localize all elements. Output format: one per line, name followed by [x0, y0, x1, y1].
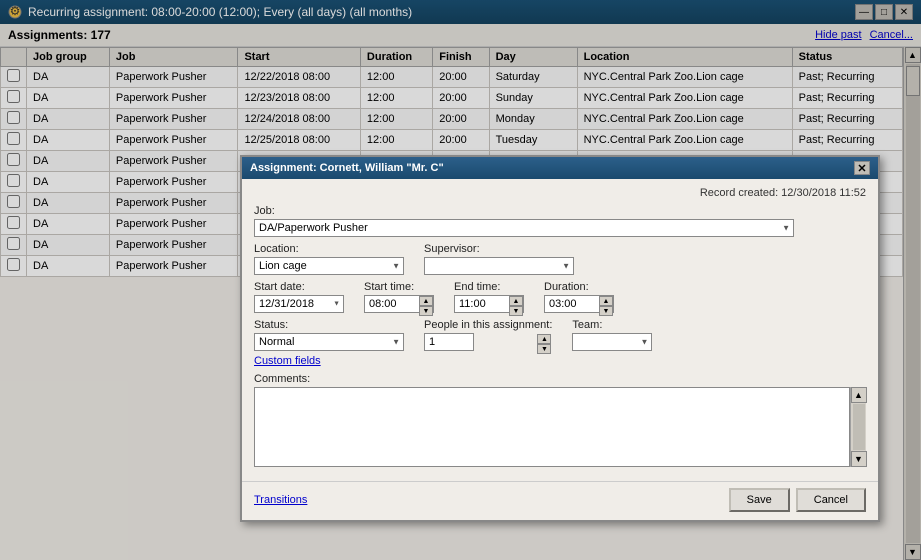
location-select-wrapper: Lion cage: [254, 257, 404, 275]
duration-spinners: ▲ ▼: [599, 296, 613, 316]
start-time-spinners: ▲ ▼: [419, 296, 433, 316]
job-select[interactable]: DA/Paperwork Pusher: [254, 219, 794, 237]
custom-fields-link[interactable]: Custom fields: [254, 355, 866, 367]
supervisor-select-wrapper: [424, 257, 574, 275]
people-spinners: ▲ ▼: [537, 334, 551, 354]
team-select-wrapper: [572, 333, 652, 351]
people-label: People in this assignment:: [424, 319, 552, 331]
team-group: Team:: [572, 319, 652, 351]
duration-down[interactable]: ▼: [599, 306, 613, 316]
save-button[interactable]: Save: [729, 488, 790, 512]
location-label: Location:: [254, 243, 404, 255]
comments-scrollbar[interactable]: ▲ ▼: [850, 387, 866, 467]
people-wrapper: ▲ ▼: [424, 333, 552, 351]
start-time-wrapper: ▲ ▼: [364, 295, 434, 313]
job-row: Job: DA/Paperwork Pusher: [254, 205, 866, 237]
status-row: Status: Normal People in this assignment…: [254, 319, 866, 351]
duration-group: Duration: ▲ ▼: [544, 281, 614, 313]
comments-scroll-up[interactable]: ▲: [851, 387, 867, 403]
people-down[interactable]: ▼: [537, 344, 551, 354]
modal-footer: Transitions Save Cancel: [242, 481, 878, 520]
cancel-button[interactable]: Cancel: [796, 488, 866, 512]
record-created: Record created: 12/30/2018 11:52: [254, 187, 866, 199]
end-time-wrapper: ▲ ▼: [454, 295, 524, 313]
start-time-group: Start time: ▲ ▼: [364, 281, 434, 313]
status-select-wrapper: Normal: [254, 333, 404, 351]
time-row: Start date: Start time: ▲ ▼: [254, 281, 866, 313]
supervisor-group: Supervisor:: [424, 243, 574, 275]
modal-overlay: Assignment: Cornett, William "Mr. C" ✕ R…: [0, 0, 921, 560]
modal-title: Assignment: Cornett, William "Mr. C": [250, 162, 444, 174]
start-date-label: Start date:: [254, 281, 344, 293]
start-date-wrapper: [254, 295, 344, 313]
job-select-wrapper: DA/Paperwork Pusher: [254, 219, 794, 237]
job-label: Job:: [254, 205, 866, 217]
supervisor-select[interactable]: [424, 257, 574, 275]
end-time-spinners: ▲ ▼: [509, 296, 523, 316]
modal-title-bar: Assignment: Cornett, William "Mr. C" ✕: [242, 157, 878, 179]
modal-close-button[interactable]: ✕: [854, 161, 870, 175]
end-time-up[interactable]: ▲: [509, 296, 523, 306]
duration-up[interactable]: ▲: [599, 296, 613, 306]
transitions-link[interactable]: Transitions: [254, 494, 307, 506]
comments-scroll-down[interactable]: ▼: [851, 451, 867, 467]
comments-row: Comments: ▲ ▼: [254, 373, 866, 467]
status-select[interactable]: Normal: [254, 333, 404, 351]
location-select[interactable]: Lion cage: [254, 257, 404, 275]
people-up[interactable]: ▲: [537, 334, 551, 344]
start-date-input[interactable]: [254, 295, 344, 313]
start-date-group: Start date:: [254, 281, 344, 313]
end-time-down[interactable]: ▼: [509, 306, 523, 316]
end-time-group: End time: ▲ ▼: [454, 281, 524, 313]
status-group: Status: Normal: [254, 319, 404, 351]
duration-label: Duration:: [544, 281, 614, 293]
people-input[interactable]: [424, 333, 474, 351]
comments-label: Comments:: [254, 373, 866, 385]
start-time-down[interactable]: ▼: [419, 306, 433, 316]
supervisor-label: Supervisor:: [424, 243, 574, 255]
comments-area: ▲ ▼: [254, 387, 866, 467]
people-group: People in this assignment: ▲ ▼: [424, 319, 552, 351]
start-time-up[interactable]: ▲: [419, 296, 433, 306]
duration-wrapper: ▲ ▼: [544, 295, 614, 313]
end-time-label: End time:: [454, 281, 524, 293]
footer-buttons: Save Cancel: [729, 488, 866, 512]
main-content: Assignments: 177 Hide past Cancel... Job…: [0, 24, 921, 560]
comments-textarea[interactable]: [254, 387, 850, 467]
status-label: Status:: [254, 319, 404, 331]
comments-scroll-track: [853, 404, 865, 450]
modal-body: Record created: 12/30/2018 11:52 Job: DA…: [242, 179, 878, 481]
assignment-modal: Assignment: Cornett, William "Mr. C" ✕ R…: [240, 155, 880, 522]
start-time-label: Start time:: [364, 281, 434, 293]
team-label: Team:: [572, 319, 652, 331]
location-supervisor-row: Location: Lion cage Supervisor:: [254, 243, 866, 275]
team-select[interactable]: [572, 333, 652, 351]
location-group: Location: Lion cage: [254, 243, 404, 275]
